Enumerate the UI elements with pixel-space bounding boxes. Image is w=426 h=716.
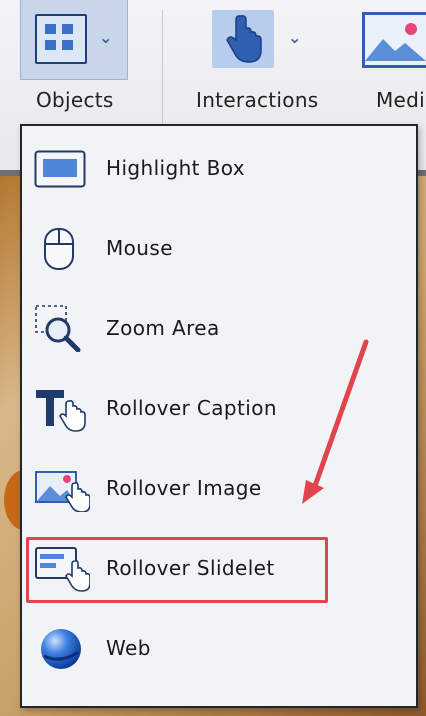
annotation-arrow [302, 339, 369, 504]
